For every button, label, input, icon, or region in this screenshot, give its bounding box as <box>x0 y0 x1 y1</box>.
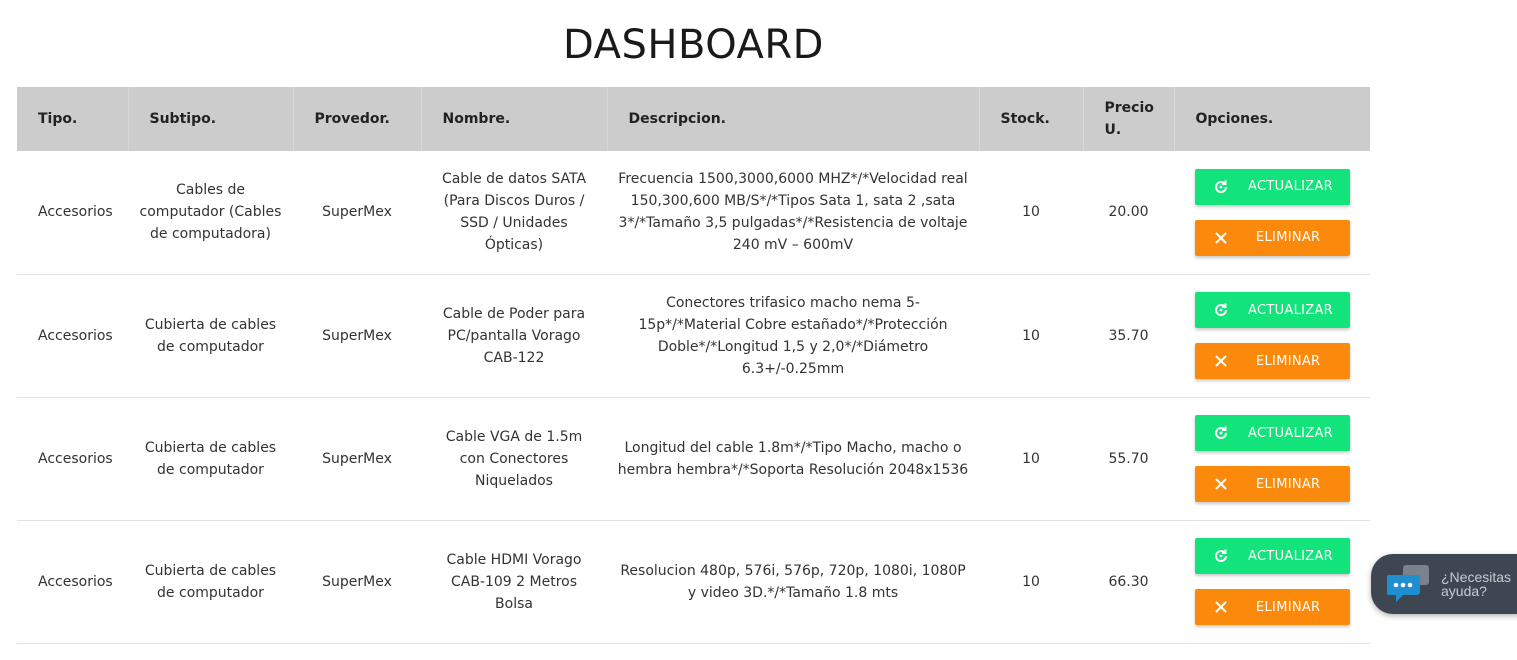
cell-tipo: Accesorios <box>38 450 113 467</box>
header-descripcion: Descripcion. <box>607 87 980 151</box>
cell-precio: 20.00 <box>1108 204 1149 221</box>
update-button-label: ACTUALIZAR <box>1248 548 1333 564</box>
cell-subtipo: Cables de computador (Cables de computad… <box>139 182 282 243</box>
cell-stock: 10 <box>1022 327 1040 344</box>
cell-subtipo: Cubierta de cables de computador <box>144 316 277 355</box>
cell-precio: 66.30 <box>1108 573 1149 590</box>
cell-subtipo: Cubierta de cables de computador <box>144 439 277 478</box>
delete-button-label: ELIMINAR <box>1256 230 1321 246</box>
cell-opciones: ACTUALIZAR ELIMINAR <box>1174 151 1370 274</box>
update-button[interactable]: ACTUALIZAR <box>1195 168 1350 205</box>
cell-stock: 10 <box>1022 573 1040 590</box>
cell-nombre: Cable HDMI Vorago CAB-109 2 Metros Bolsa <box>446 551 582 612</box>
cell-tipo: Accesorios <box>38 573 113 590</box>
delete-button[interactable]: ELIMINAR <box>1195 589 1350 625</box>
refresh-icon <box>1212 301 1230 319</box>
delete-button-label: ELIMINAR <box>1256 353 1321 369</box>
chat-widget-text: ¿Necesitas ayuda? <box>1441 569 1512 599</box>
header-tipo: Tipo. <box>17 87 129 151</box>
cell-opciones: ACTUALIZAR ELIMINAR <box>1174 520 1370 643</box>
cell-nombre: Cable de datos SATA (Para Discos Duros /… <box>441 171 587 254</box>
update-button-label: ACTUALIZAR <box>1248 425 1333 441</box>
page-title: DASHBOARD <box>563 22 824 68</box>
cell-nombre: Cable de Poder para PC/pantalla Vorago C… <box>442 305 586 366</box>
cell-nombre: Cable VGA de 1.5m con Conectores Niquela… <box>445 428 583 489</box>
delete-button[interactable]: ELIMINAR <box>1195 343 1350 379</box>
refresh-icon <box>1212 178 1230 196</box>
close-icon <box>1212 475 1230 493</box>
update-button-label: ACTUALIZAR <box>1248 302 1333 318</box>
cell-opciones: ACTUALIZAR ELIMINAR <box>1174 397 1370 520</box>
update-button[interactable]: ACTUALIZAR <box>1195 415 1350 451</box>
help-chat-widget[interactable]: ¿Necesitas ayuda? <box>1371 554 1517 614</box>
cell-proveedor: SuperMex <box>322 450 392 467</box>
close-icon <box>1212 352 1230 370</box>
cell-tipo: Accesorios <box>38 327 113 344</box>
table-row: Accesorios Cubierta de cables de computa… <box>17 274 1370 397</box>
cell-descripcion: Resolucion 480p, 576i, 576p, 720p, 1080i… <box>620 562 966 601</box>
close-icon <box>1212 229 1230 247</box>
header-stock: Stock. <box>979 87 1084 151</box>
cell-proveedor: SuperMex <box>322 573 392 590</box>
header-proveedor: Provedor. <box>293 87 422 151</box>
cell-tipo: Accesorios <box>38 204 113 221</box>
refresh-icon <box>1212 547 1230 565</box>
close-icon <box>1212 598 1230 616</box>
refresh-icon <box>1212 424 1230 442</box>
cell-proveedor: SuperMex <box>322 327 392 344</box>
cell-precio: 55.70 <box>1108 450 1149 467</box>
table-row: Accesorios Cubierta de cables de computa… <box>17 520 1370 643</box>
table-row: Accesorios Cubierta de cables de computa… <box>17 397 1370 520</box>
cell-descripcion: Longitud del cable 1.8m*/*Tipo Macho, ma… <box>617 439 969 478</box>
cell-stock: 10 <box>1022 204 1040 221</box>
update-button[interactable]: ACTUALIZAR <box>1195 292 1350 328</box>
header-nombre: Nombre. <box>421 87 608 151</box>
chat-bubbles-icon <box>1386 563 1433 605</box>
cell-stock: 10 <box>1022 450 1040 467</box>
cell-subtipo: Cubierta de cables de computador <box>144 562 277 601</box>
table-row: Accesorios Cables de computador (Cables … <box>17 151 1370 274</box>
update-button[interactable]: ACTUALIZAR <box>1195 538 1350 574</box>
cell-descripcion: Frecuencia 1500,3000,6000 MHZ*/*Velocida… <box>618 171 968 254</box>
cell-descripcion: Conectores trifasico macho nema 5-15p*/*… <box>638 294 948 377</box>
delete-button-label: ELIMINAR <box>1256 599 1321 615</box>
cell-proveedor: SuperMex <box>322 204 392 221</box>
products-table: Tipo. Subtipo. Provedor. Nombre. Descrip… <box>17 87 1370 644</box>
header-subtipo: Subtipo. <box>128 87 294 151</box>
header-opciones: Opciones. <box>1195 111 1274 127</box>
delete-button[interactable]: ELIMINAR <box>1195 466 1350 502</box>
delete-button-label: ELIMINAR <box>1256 476 1321 492</box>
header-precio: Precio U. <box>1083 87 1175 151</box>
cell-precio: 35.70 <box>1108 327 1149 344</box>
update-button-label: ACTUALIZAR <box>1248 179 1333 195</box>
table-header-row: Tipo. Subtipo. Provedor. Nombre. Descrip… <box>17 87 1370 151</box>
delete-button[interactable]: ELIMINAR <box>1195 219 1350 256</box>
cell-opciones: ACTUALIZAR ELIMINAR <box>1174 274 1370 397</box>
